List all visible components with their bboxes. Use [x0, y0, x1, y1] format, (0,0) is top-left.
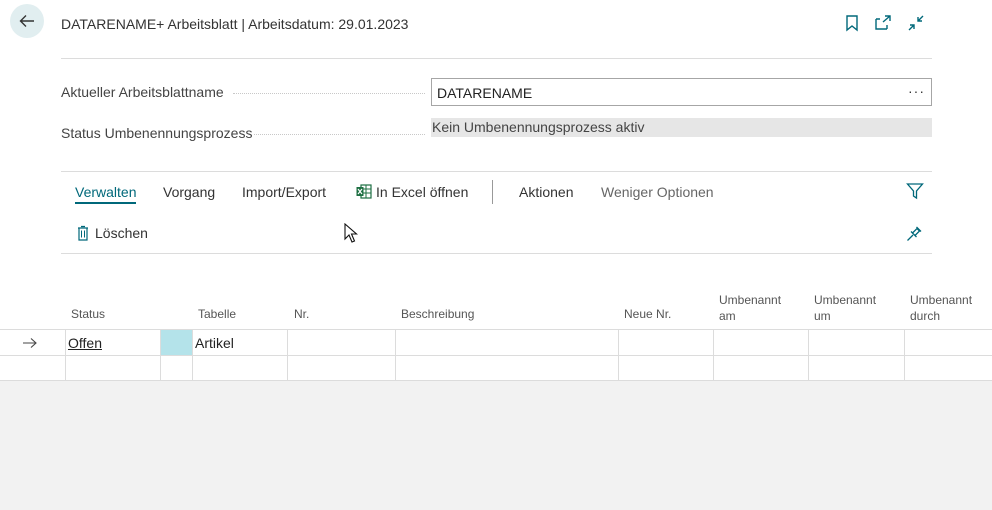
grid-empty-area — [0, 381, 992, 510]
grid-col-divider — [618, 330, 619, 381]
grid-col-divider — [713, 330, 714, 381]
col-header-umbenannt-um[interactable]: Umbenannt um — [814, 292, 876, 324]
col-header-umbenannt-durch[interactable]: Umbenannt durch — [910, 292, 972, 324]
field-dots — [233, 93, 425, 94]
worksheet-name-input[interactable]: DATARENAME — [431, 78, 932, 106]
header-divider — [61, 58, 932, 59]
grid-col-divider — [65, 330, 66, 381]
status-value: Kein Umbenennungsprozess aktiv — [431, 118, 932, 137]
fewer-options-button[interactable]: Weniger Optionen — [601, 184, 714, 200]
tab-verwalten[interactable]: Verwalten — [75, 184, 137, 204]
col-header-umbenannt-am[interactable]: Umbenannt am — [719, 292, 781, 324]
worksheet-name-label: Aktueller Arbeitsblattname — [61, 84, 224, 100]
col-header-line: durch — [910, 309, 941, 323]
trash-icon — [78, 225, 88, 241]
collapse-icon[interactable] — [907, 14, 925, 32]
actionbar-bottom-divider — [61, 253, 932, 254]
lookup-button[interactable]: ··· — [908, 83, 925, 99]
delete-button[interactable]: Löschen — [95, 225, 148, 241]
grid-col-divider — [904, 330, 905, 381]
page-title: DATARENAME+ Arbeitsblatt | Arbeitsdatum:… — [61, 16, 409, 32]
open-new-window-icon[interactable] — [874, 14, 892, 32]
filter-icon[interactable] — [906, 182, 924, 200]
row-status-link[interactable]: Offen — [68, 335, 102, 351]
col-header-line: Umbenannt — [814, 293, 877, 307]
field-dots — [254, 134, 425, 135]
mouse-cursor-icon — [344, 223, 358, 243]
col-header-line: Umbenannt — [719, 293, 782, 307]
tab-import-export[interactable]: Import/Export — [242, 184, 326, 200]
grid-col-divider — [808, 330, 809, 381]
col-header-neue-nr[interactable]: Neue Nr. — [624, 306, 671, 322]
action-separator — [492, 180, 493, 204]
col-header-line: um — [814, 309, 831, 323]
grid-row-divider — [0, 355, 992, 356]
row-arrow-icon — [23, 338, 37, 348]
excel-icon — [356, 184, 372, 199]
col-header-nr[interactable]: Nr. — [294, 306, 309, 322]
grid-row-divider — [0, 329, 992, 330]
arrow-left-icon — [19, 15, 34, 27]
grid-col-divider — [192, 330, 193, 381]
col-header-tabelle[interactable]: Tabelle — [198, 306, 236, 322]
row-tabelle-cell[interactable]: Artikel — [195, 335, 234, 351]
col-header-line: am — [719, 309, 736, 323]
grid-col-divider — [395, 330, 396, 381]
col-header-line: Umbenannt — [910, 293, 973, 307]
pin-icon[interactable] — [906, 224, 924, 242]
selected-cell[interactable] — [161, 330, 192, 355]
col-header-status[interactable]: Status — [71, 306, 105, 322]
actionbar-top-divider — [61, 171, 932, 172]
bookmark-icon[interactable] — [843, 14, 861, 32]
open-in-excel-button[interactable]: In Excel öffnen — [376, 184, 468, 200]
col-header-beschreibung[interactable]: Beschreibung — [401, 306, 474, 322]
status-label: Status Umbenennungsprozess — [61, 125, 253, 141]
tab-aktionen[interactable]: Aktionen — [519, 184, 573, 200]
tab-vorgang[interactable]: Vorgang — [163, 184, 215, 200]
back-button[interactable] — [10, 4, 44, 38]
grid-col-divider — [287, 330, 288, 381]
